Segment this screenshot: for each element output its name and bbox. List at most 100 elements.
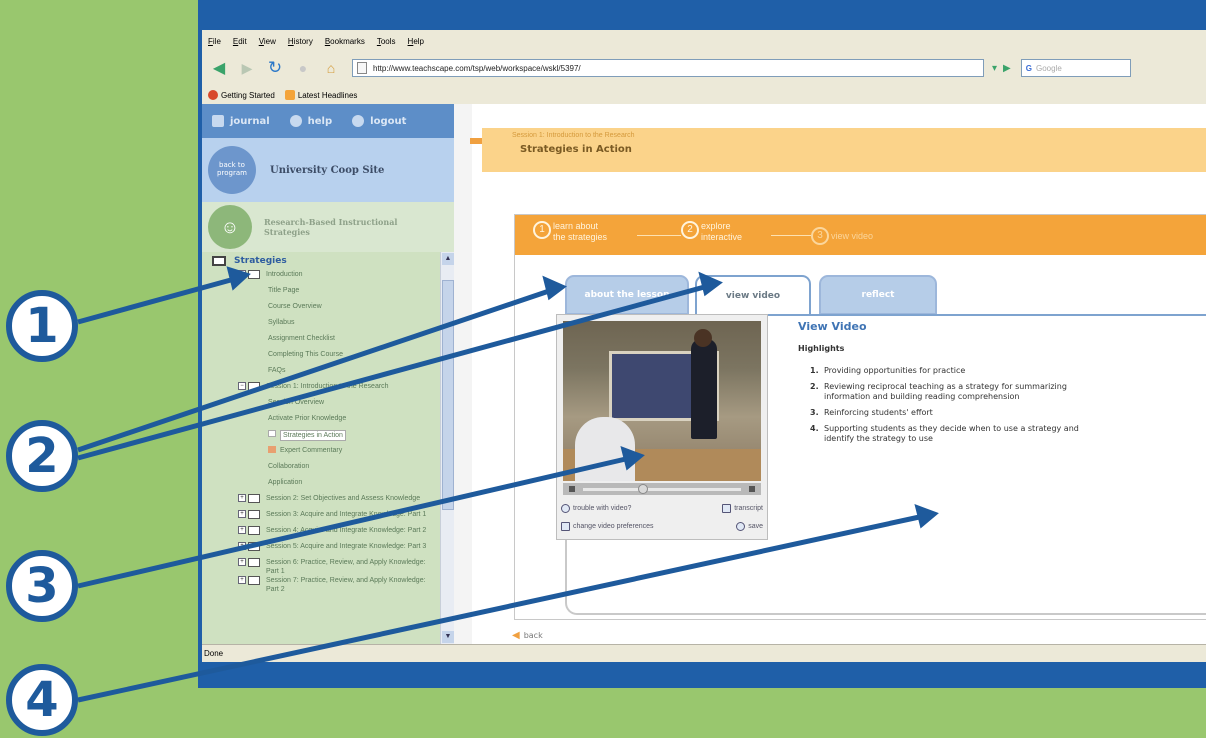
- expand-icon[interactable]: +: [238, 558, 246, 566]
- help-link[interactable]: help: [289, 115, 332, 127]
- step-learn-about[interactable]: 1 learn about the strategies: [533, 221, 607, 243]
- journal-link[interactable]: journal: [212, 115, 270, 127]
- back-arrow-icon[interactable]: ◀: [208, 57, 230, 79]
- view-video-heading: View Video: [798, 320, 867, 333]
- frame-divider: [454, 104, 472, 644]
- menu-tools[interactable]: Tools: [377, 37, 396, 46]
- menu-view[interactable]: View: [259, 37, 276, 46]
- scroll-down-icon[interactable]: ▼: [442, 631, 454, 643]
- tree-item[interactable]: Activate Prior Knowledge: [202, 414, 440, 430]
- highlights-heading: Highlights: [798, 344, 845, 353]
- tree-item[interactable]: Expert Commentary: [202, 446, 440, 462]
- scroll-up-icon[interactable]: ▲: [442, 253, 454, 265]
- status-bar: Done: [202, 644, 1206, 662]
- expand-icon[interactable]: +: [238, 542, 246, 550]
- tab-about-the-lesson[interactable]: about the lesson: [565, 275, 689, 315]
- back-label: back: [523, 631, 543, 640]
- tree-item[interactable]: FAQs: [202, 366, 440, 382]
- module-row: ☺ Research-Based Instructional Strategie…: [202, 202, 454, 252]
- people-icon: ☺: [208, 205, 252, 249]
- menu-bar: File Edit View History Bookmarks Tools H…: [202, 30, 1206, 52]
- tree-item[interactable]: Session Overview: [202, 398, 440, 414]
- list-number: 4.: [810, 424, 819, 433]
- tree-item-label: Assignment Checklist: [268, 335, 335, 342]
- tree-item[interactable]: − Session 1: Introduction to the Research: [202, 382, 440, 398]
- dropdown-icon[interactable]: ▾: [992, 63, 997, 74]
- expand-icon[interactable]: −: [238, 382, 246, 390]
- menu-edit[interactable]: Edit: [233, 37, 247, 46]
- logout-link[interactable]: logout: [352, 115, 406, 127]
- list-number: 3.: [810, 408, 819, 417]
- expand-icon[interactable]: +: [238, 510, 246, 518]
- menu-file[interactable]: File: [208, 37, 221, 46]
- bookmark-getting-started[interactable]: Getting Started: [208, 90, 275, 100]
- seek-knob[interactable]: [638, 483, 649, 494]
- tab-reflect[interactable]: reflect: [819, 275, 937, 315]
- tree-item-label: Syllabus: [268, 319, 295, 326]
- trouble-with-video-link[interactable]: trouble with video?: [561, 503, 631, 513]
- step-explore[interactable]: 2 explore interactive: [681, 221, 742, 243]
- bookmark-label: Getting Started: [221, 90, 275, 100]
- change-video-preferences-link[interactable]: change video preferences: [561, 521, 654, 531]
- folder-icon: [248, 542, 260, 551]
- tree-item[interactable]: Completing This Course: [202, 350, 440, 366]
- play-icon[interactable]: [569, 486, 575, 492]
- back-link[interactable]: ◀ back: [512, 630, 543, 641]
- tree-item[interactable]: + Session 2: Set Objectives and Assess Kn…: [202, 494, 440, 510]
- folder-icon: [248, 576, 260, 585]
- stop-icon[interactable]: ●: [292, 57, 314, 79]
- step-view-video[interactable]: 3 view video: [811, 227, 873, 245]
- tree-item[interactable]: − Introduction: [202, 270, 440, 286]
- expand-icon[interactable]: +: [238, 576, 246, 584]
- expand-icon[interactable]: −: [238, 270, 246, 278]
- bookmark-latest-headlines[interactable]: Latest Headlines: [284, 90, 357, 100]
- page-marker-icon: [268, 430, 276, 437]
- tree-item[interactable]: + Session 4: Acquire and Integrate Knowle…: [202, 526, 440, 542]
- go-buttons: ▾ ▶: [992, 63, 1017, 74]
- video-frame-image[interactable]: [563, 321, 761, 481]
- tree-item[interactable]: + Session 3: Acquire and Integrate Knowle…: [202, 510, 440, 526]
- menu-history[interactable]: History: [288, 37, 313, 46]
- go-icon[interactable]: ▶: [1003, 63, 1011, 74]
- search-input[interactable]: G Google: [1020, 59, 1131, 77]
- volume-icon[interactable]: [749, 486, 755, 492]
- home-icon[interactable]: ⌂: [320, 57, 342, 79]
- address-bar[interactable]: http://www.teachscape.com/tsp/web/worksp…: [352, 59, 984, 77]
- callout-4: 4: [6, 664, 78, 736]
- step-bar: 1 learn about the strategies 2 explore i…: [515, 215, 1206, 255]
- back-to-program-row: back to program University Coop Site: [202, 138, 454, 202]
- tab-view-video[interactable]: view video: [695, 275, 811, 315]
- tree-item[interactable]: Assignment Checklist: [202, 334, 440, 350]
- step-label: view video: [831, 231, 874, 241]
- logout-label: logout: [370, 115, 407, 127]
- tree-item[interactable]: Course Overview: [202, 302, 440, 318]
- reload-icon[interactable]: ↻: [264, 57, 286, 79]
- forward-arrow-icon[interactable]: ▶: [236, 57, 258, 79]
- tree-item[interactable]: Title Page: [202, 286, 440, 302]
- tree-item[interactable]: Syllabus: [202, 318, 440, 334]
- menu-help[interactable]: Help: [408, 37, 424, 46]
- tree-item[interactable]: Application: [202, 478, 440, 494]
- expand-icon[interactable]: +: [238, 494, 246, 502]
- tree-item[interactable]: + Session 5: Acquire and Integrate Knowle…: [202, 542, 440, 558]
- tree-scrollbar[interactable]: ▲ ▼: [440, 252, 454, 644]
- step-label: the strategies: [553, 232, 608, 242]
- tree-item[interactable]: + Session 7: Practice, Review, and Apply …: [202, 576, 440, 594]
- back-to-program-button[interactable]: back to program: [208, 146, 256, 194]
- tree-item[interactable]: Strategies in Action: [202, 430, 440, 446]
- module-name: Research-Based Instructional Strategies: [264, 217, 397, 238]
- folder-icon: [248, 526, 260, 535]
- page-icon: [357, 62, 367, 74]
- tree-item[interactable]: + Session 6: Practice, Review, and Apply …: [202, 558, 440, 576]
- menu-bookmarks[interactable]: Bookmarks: [325, 37, 365, 46]
- scroll-thumb[interactable]: [442, 280, 454, 510]
- url-text: http://www.teachscape.com/tsp/web/worksp…: [373, 63, 581, 73]
- expand-icon[interactable]: +: [238, 526, 246, 534]
- rss-icon: [284, 90, 295, 100]
- highlights-list: 1. Providing opportunities for practice 2…: [810, 366, 1110, 450]
- save-link[interactable]: save: [736, 521, 763, 531]
- step-connector: [637, 235, 681, 236]
- video-seek-bar[interactable]: [583, 483, 741, 494]
- tree-item[interactable]: Collaboration: [202, 462, 440, 478]
- transcript-link[interactable]: transcript: [722, 503, 763, 513]
